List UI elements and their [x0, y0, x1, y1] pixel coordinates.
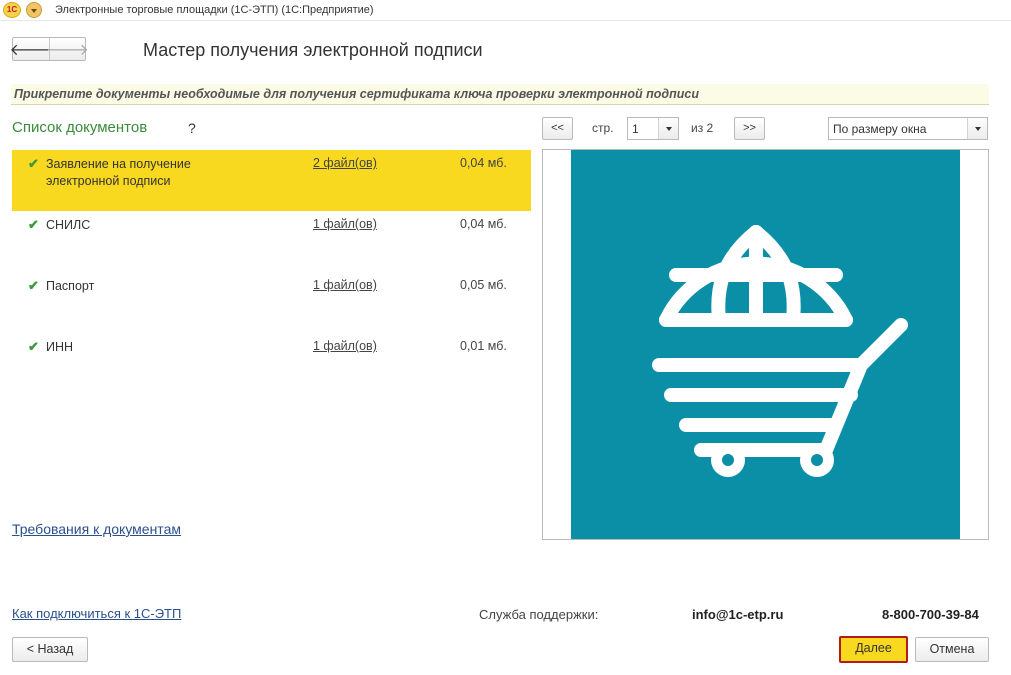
- check-icon: ✔: [28, 217, 39, 232]
- requirements-link[interactable]: Требования к документам: [12, 521, 181, 537]
- prev-page-button[interactable]: <<: [542, 117, 573, 140]
- zoom-select-value: По размеру окна: [833, 122, 927, 136]
- zoom-select[interactable]: По размеру окна: [828, 117, 988, 140]
- document-name: Паспорт: [46, 279, 95, 293]
- arrow-right-icon[interactable]: 🡒: [46, 38, 89, 60]
- info-banner-text: Прикрепите документы необходимые для пол…: [14, 87, 699, 101]
- globe-shopping-cart-icon: [652, 225, 908, 477]
- document-files-link[interactable]: 1 файл(ов): [313, 278, 377, 292]
- document-size: 0,05 мб.: [460, 278, 507, 292]
- window-title-bar: 1С Электронные торговые площадки (1С-ЭТП…: [0, 0, 1011, 21]
- document-row[interactable]: ✔ Паспорт 1 файл(ов) 0,05 мб.: [12, 272, 531, 333]
- document-row[interactable]: ✔ Заявление на получение электронной под…: [12, 150, 531, 211]
- main-menu-icon[interactable]: [26, 2, 42, 18]
- document-files-link[interactable]: 2 файл(ов): [313, 156, 377, 170]
- next-page-button[interactable]: >>: [734, 117, 765, 140]
- page-title: Мастер получения электронной подписи: [143, 40, 483, 60]
- check-icon: ✔: [28, 339, 39, 354]
- next-button[interactable]: Далее: [839, 636, 908, 663]
- document-size: 0,04 мб.: [460, 156, 507, 170]
- page-label: стр.: [592, 121, 614, 135]
- document-name: ИНН: [46, 340, 74, 354]
- arrow-left-icon[interactable]: 🡐: [10, 38, 53, 60]
- support-phone: 8-800-700-39-84: [882, 607, 979, 622]
- page-count-label: из 2: [691, 121, 714, 135]
- cancel-button[interactable]: Отмена: [915, 637, 989, 662]
- how-to-connect-link[interactable]: Как подключиться к 1С-ЭТП: [12, 606, 181, 621]
- nav-buttons: 🡐 🡒: [10, 37, 89, 61]
- document-files-link[interactable]: 1 файл(ов): [313, 217, 377, 231]
- document-size: 0,04 мб.: [460, 217, 507, 231]
- check-icon: ✔: [28, 156, 39, 171]
- preview-image: [571, 150, 960, 539]
- document-name: СНИЛС: [46, 218, 91, 232]
- document-files-link[interactable]: 1 файл(ов): [313, 339, 377, 353]
- support-email: info@1c-etp.ru: [692, 607, 784, 622]
- chevron-down-icon[interactable]: [967, 118, 987, 139]
- page-select-value: 1: [632, 122, 639, 136]
- documents-title: Список документов: [12, 119, 148, 136]
- document-size: 0,01 мб.: [460, 339, 507, 353]
- document-row[interactable]: ✔ ИНН 1 файл(ов) 0,01 мб.: [12, 333, 531, 394]
- app-logo-icon[interactable]: 1С: [3, 2, 21, 18]
- window-title: Электронные торговые площадки (1С-ЭТП) (…: [55, 4, 374, 16]
- back-button[interactable]: < Назад: [12, 637, 88, 662]
- document-row[interactable]: ✔ СНИЛС 1 файл(ов) 0,04 мб.: [12, 211, 531, 272]
- document-preview[interactable]: [542, 149, 989, 540]
- document-name: Заявление на получение электронной подпи…: [46, 157, 191, 188]
- check-icon: ✔: [28, 278, 39, 293]
- page-select[interactable]: 1: [627, 117, 679, 140]
- info-banner: Прикрепите документы необходимые для пол…: [11, 84, 989, 105]
- chevron-down-icon[interactable]: [658, 118, 678, 139]
- support-label: Служба поддержки:: [479, 607, 599, 622]
- help-icon[interactable]: ?: [188, 120, 196, 136]
